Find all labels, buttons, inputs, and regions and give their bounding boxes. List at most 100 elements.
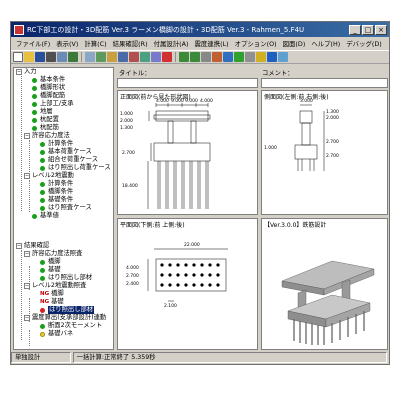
tree-node-pile-rebar[interactable]: 杭配筋 xyxy=(32,124,59,132)
front-dim-top-1: 4.000 xyxy=(156,98,169,104)
tree-node-standard-values[interactable]: 基準値 xyxy=(32,212,59,220)
tree-node-beam-load-cases[interactable]: はり照出し荷重ケース xyxy=(40,164,111,172)
tree-node-level2-calc-conditions[interactable]: 計算条件 xyxy=(40,180,73,188)
menu-options[interactable]: オプション(O) xyxy=(232,39,280,48)
draw-icon[interactable] xyxy=(223,52,233,62)
options-icon[interactable] xyxy=(245,52,255,62)
tree-node-beam-check-cases[interactable]: はり照査ケース xyxy=(40,204,92,212)
window-title: RC下部工の設計・3D配筋 Ver.3 ラーメン橋脚の設計・3D配筋 Ver.3… xyxy=(27,25,305,34)
save-icon[interactable] xyxy=(35,52,45,62)
redo-icon[interactable] xyxy=(190,52,200,62)
collapse-icon[interactable]: − xyxy=(24,283,30,289)
tree-node-result-foundation[interactable]: 基礎 xyxy=(40,266,61,274)
tree-node-pile-layout[interactable]: 杭配置 xyxy=(32,116,59,124)
menu-help[interactable]: ヘルプ(H) xyxy=(308,39,343,48)
stop-icon[interactable] xyxy=(162,52,172,62)
dimension-icon[interactable] xyxy=(201,52,211,62)
preview-icon[interactable] xyxy=(57,52,67,62)
tree-node-result-pier[interactable]: 橋脚 xyxy=(40,258,61,266)
status-ok-icon xyxy=(32,117,37,123)
tree-node-level2[interactable]: − レベル2地震動 xyxy=(24,172,74,180)
print-icon[interactable] xyxy=(46,52,56,62)
menu-file[interactable]: ファイル(F) xyxy=(13,39,53,48)
status-ok-icon xyxy=(40,181,45,187)
status-ok-icon xyxy=(32,93,37,99)
collapse-icon[interactable]: − xyxy=(16,243,22,249)
tree-node-moment-of-inertia[interactable]: 断面2次モーメント xyxy=(40,322,102,330)
side-dim-1: 1.300 xyxy=(326,109,339,115)
close-button[interactable]: × xyxy=(375,24,387,35)
front-view-panel[interactable]: 正面図(前から見た形状図) 4.000 9.000 9.000 4.000 1.… xyxy=(117,90,258,215)
menu-view[interactable]: 表示(V) xyxy=(53,39,81,48)
menu-debug[interactable]: デバッグ(D) xyxy=(343,39,384,48)
menu-attached-design[interactable]: 付属設計(A) xyxy=(151,39,192,48)
tree-node-pier-conditions[interactable]: 橋脚条件 xyxy=(40,188,73,196)
main-area: タイトル： コメント： 正面図(前から見た形状図) 4.000 9.000 9.… xyxy=(117,67,388,350)
collapse-icon[interactable]: − xyxy=(24,315,30,321)
status-ok-icon xyxy=(32,101,37,107)
tree-node-seismic-link[interactable]: − 震度算出(支承部設計)連動 xyxy=(24,314,106,322)
tree-node-allowable-check[interactable]: − 許容応力度法照査 xyxy=(24,250,82,258)
status-ok-icon xyxy=(32,213,37,219)
tree-node-allowable-stress[interactable]: − 許容応力度法 xyxy=(24,132,70,140)
result-icon[interactable] xyxy=(140,52,150,62)
collapse-icon[interactable]: − xyxy=(24,173,30,179)
rebar-icon[interactable] xyxy=(151,52,161,62)
menu-seismic-link[interactable]: 震度連携(L) xyxy=(192,39,232,48)
tree-node-strata[interactable]: 地層 xyxy=(32,108,53,116)
check-icon[interactable] xyxy=(234,52,244,62)
tree-node-pier-rebar[interactable]: 橋脚配筋 xyxy=(32,92,65,100)
info-icon[interactable] xyxy=(278,52,288,62)
tree-node-input[interactable]: − 入力 xyxy=(16,68,37,76)
new-icon[interactable] xyxy=(13,52,23,62)
tree-node-level2-pier[interactable]: NG 橋脚 xyxy=(40,290,64,298)
tree-node-calc-conditions[interactable]: 計算条件 xyxy=(40,140,73,148)
tree-node-result-beam[interactable]: はり照出し部材 xyxy=(40,274,92,282)
menu-drawing[interactable]: 図面(D) xyxy=(280,39,309,48)
minimize-button[interactable]: _ xyxy=(349,24,361,35)
comment-input[interactable] xyxy=(261,78,388,88)
3d-view-panel[interactable]: 【Ver.3.0.0】鉄筋設計 xyxy=(261,218,388,350)
undo-icon[interactable] xyxy=(179,52,189,62)
status-ok-icon xyxy=(40,205,45,211)
menu-calc[interactable]: 計算(C) xyxy=(81,39,109,48)
export-icon[interactable] xyxy=(68,52,78,62)
collapse-icon[interactable]: − xyxy=(24,251,30,257)
status-ok-icon xyxy=(40,267,45,273)
tree-node-basic-load-cases[interactable]: 基本荷重ケース xyxy=(40,148,92,156)
collapse-icon[interactable]: − xyxy=(24,133,30,139)
plan-view-panel[interactable]: 平面図(下側:前 上側:後) 22.000 4.000 2.700 2.400 … xyxy=(117,218,258,350)
shape-icon[interactable] xyxy=(212,52,222,62)
selected-label: はり照出し部材 xyxy=(48,306,95,314)
title-input[interactable] xyxy=(117,78,258,88)
tree-node-pier-shape[interactable]: 橋脚形状 xyxy=(32,84,65,92)
tree-node-superstructure[interactable]: 上部工/支承 xyxy=(32,100,74,108)
status-ok-icon xyxy=(40,165,45,171)
tree-node-results[interactable]: − 結果確認 xyxy=(16,242,49,250)
tree-node-level2-foundation[interactable]: NG 基礎 xyxy=(40,298,64,306)
status-ok-icon xyxy=(40,197,45,203)
front-dim-top-2: 9.000 xyxy=(171,98,184,104)
chart-icon[interactable] xyxy=(129,52,139,62)
help-icon[interactable] xyxy=(267,52,277,62)
tree-node-foundation-spring[interactable]: 基礎バネ xyxy=(40,330,73,338)
menu-results[interactable]: 結果確認(R) xyxy=(110,39,151,48)
grid-icon[interactable] xyxy=(96,52,106,62)
open-icon[interactable] xyxy=(24,52,34,62)
tree-node-level2-beam[interactable]: はり照出し部材 xyxy=(40,306,95,314)
collapse-icon[interactable]: − xyxy=(16,69,22,75)
tree-node-combined-load-cases[interactable]: 組合せ荷重ケース xyxy=(40,156,98,164)
key-icon[interactable] xyxy=(256,52,266,62)
table-icon[interactable] xyxy=(107,52,117,62)
status-ok-icon xyxy=(40,157,45,163)
toolbar-separator xyxy=(175,52,176,62)
calc-icon[interactable] xyxy=(118,52,128,62)
tree-node-basic-conditions[interactable]: 基本条件 xyxy=(32,76,65,84)
side-view-panel[interactable]: 側面図(左側:前 右側:後) 3.000 1.300 2.000 2.700 1… xyxy=(261,90,388,215)
view-icon[interactable] xyxy=(85,52,95,62)
navigation-tree[interactable]: − 入力 基本条件 橋脚形状 橋脚配筋 上部工/支承 地層 杭配置 杭配筋 − 許容… xyxy=(13,67,114,350)
tree-node-level2-check[interactable]: − レベル2地震動照査 xyxy=(24,282,86,290)
tree-node-foundation-conditions[interactable]: 基礎条件 xyxy=(40,196,73,204)
status-ok-icon xyxy=(32,85,37,91)
maximize-button[interactable]: □ xyxy=(362,24,374,35)
